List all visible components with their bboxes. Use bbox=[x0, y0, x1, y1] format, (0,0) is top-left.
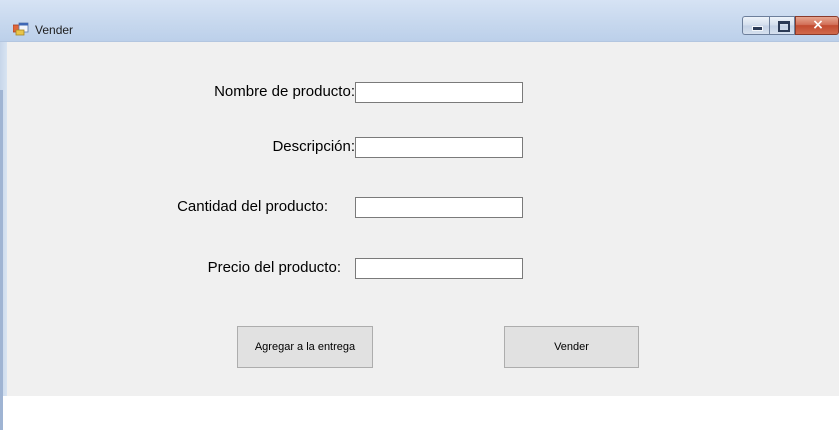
description-input[interactable] bbox=[355, 137, 523, 158]
window-title: Vender bbox=[35, 23, 74, 37]
minimize-icon bbox=[752, 26, 763, 31]
minimize-button[interactable] bbox=[742, 16, 769, 35]
title-bar[interactable]: Vender × bbox=[0, 0, 839, 42]
form-window-icon bbox=[12, 22, 29, 36]
border-accent bbox=[0, 90, 3, 430]
maximize-icon bbox=[778, 21, 790, 32]
close-icon: × bbox=[812, 17, 824, 33]
price-input[interactable] bbox=[355, 258, 523, 279]
quantity-label: Cantidad del producto: bbox=[177, 198, 328, 215]
quantity-input[interactable] bbox=[355, 197, 523, 218]
vender-window: Vender × Nombre de producto: Descripción… bbox=[0, 0, 839, 430]
description-label: Descripción: bbox=[272, 138, 355, 155]
maximize-button[interactable] bbox=[769, 16, 795, 35]
add-to-delivery-button[interactable]: Agregar a la entrega bbox=[237, 326, 373, 368]
product-name-input[interactable] bbox=[355, 82, 523, 103]
product-name-label: Nombre de producto: bbox=[214, 83, 355, 100]
price-label: Precio del producto: bbox=[207, 259, 341, 276]
close-button[interactable]: × bbox=[795, 16, 839, 35]
window-left-border bbox=[0, 42, 7, 430]
sell-button[interactable]: Vender bbox=[504, 326, 639, 368]
